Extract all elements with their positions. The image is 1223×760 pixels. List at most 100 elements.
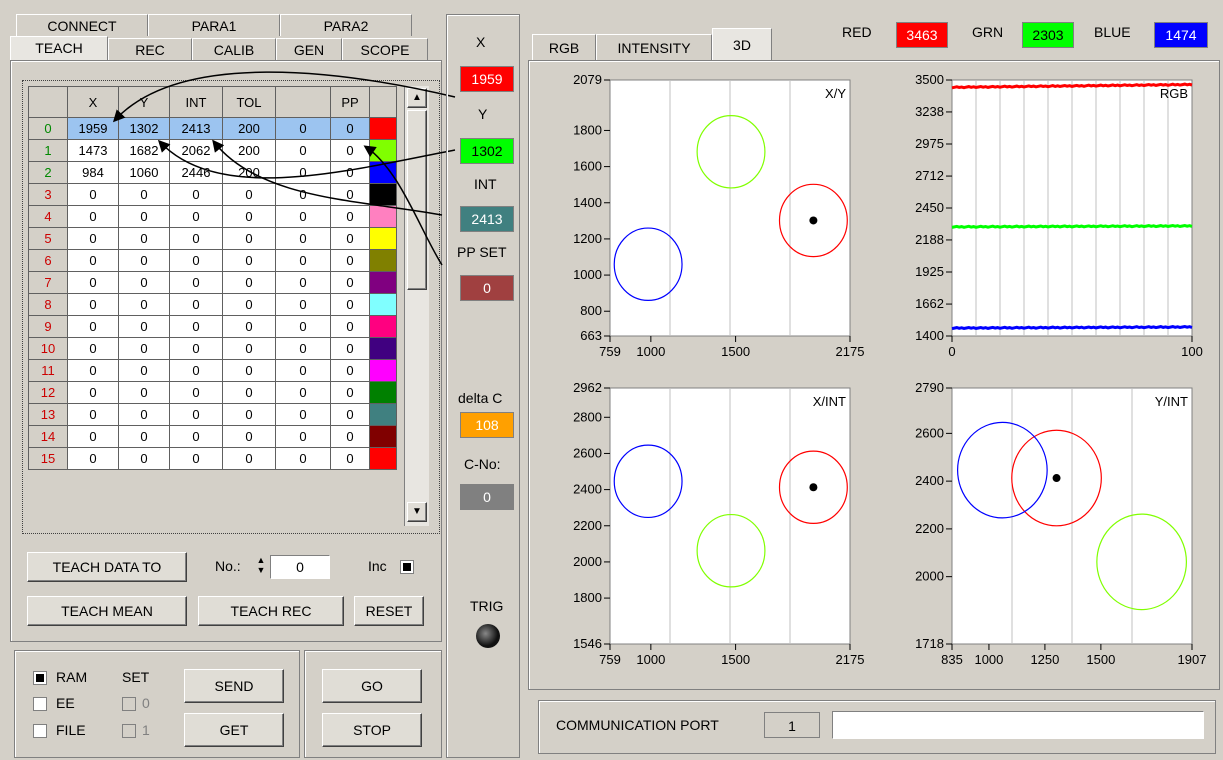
row-index[interactable]: 14 [28,425,68,448]
table-cell[interactable]: 0 [118,447,170,470]
y-tick-label: 2079 [573,72,602,87]
table-cell[interactable]: 0 [67,425,119,448]
row-index[interactable]: 8 [28,293,68,316]
set0-checkbox [122,697,136,711]
table-cell[interactable]: 0 [330,315,370,338]
table-cell[interactable]: 0 [67,337,119,360]
ram-checkbox[interactable] [33,671,47,685]
table-cell[interactable]: 0 [118,359,170,382]
file-checkbox[interactable] [33,724,47,738]
trig-led-icon [476,624,500,648]
table-cell[interactable]: 0 [330,403,370,426]
table-cell[interactable]: 0 [222,447,276,470]
table-cell[interactable]: 0 [330,337,370,360]
chart-title: X/Y [825,86,846,101]
set1-label: 1 [142,722,150,738]
table-row[interactable]: 13 0 0 0 0 0 0 [28,403,397,426]
table-row[interactable]: 9000000 [28,315,397,338]
stop-button[interactable]: STOP [322,713,422,747]
table-row[interactable]: 8000000 [28,293,397,316]
table-cell[interactable]: 0 [169,315,223,338]
table-cell[interactable]: 0 [222,425,276,448]
table-cell[interactable]: 0 [118,425,170,448]
table-row[interactable]: 15 0 0 0 0 0 0 [28,447,397,470]
no-label: No.: [215,558,241,574]
table-cell[interactable]: 0 [275,403,331,426]
table-cell[interactable]: 0 [118,315,170,338]
table-cell[interactable]: 0 [67,293,119,316]
row-color-swatch [369,359,397,382]
table-cell[interactable]: 0 [118,403,170,426]
x-tick-label: 0 [948,344,955,359]
table-row[interactable]: 12 0 0 0 0 0 0 [28,381,397,404]
chart-title: Y/INT [1155,394,1188,409]
table-cell[interactable]: 0 [275,337,331,360]
table-cell[interactable]: 0 [330,359,370,382]
blue-value: 1474 [1154,22,1208,48]
table-cell[interactable]: 0 [222,337,276,360]
table-cell[interactable]: 0 [275,447,331,470]
table-cell[interactable]: 0 [222,359,276,382]
row-index[interactable]: 13 [28,403,68,426]
row-index[interactable]: 10 [28,337,68,360]
table-cell[interactable]: 0 [275,425,331,448]
table-cell[interactable]: 0 [275,293,331,316]
x-tick-label: 835 [941,652,963,667]
table-cell[interactable]: 0 [330,425,370,448]
table-cell[interactable]: 0 [275,315,331,338]
table-cell[interactable]: 0 [67,315,119,338]
table-cell[interactable]: 0 [67,381,119,404]
table-cell[interactable]: 0 [169,293,223,316]
table-cell[interactable]: 0 [118,381,170,404]
inc-checkbox[interactable] [400,560,414,574]
table-cell[interactable]: 0 [222,315,276,338]
table-cell[interactable]: 0 [275,359,331,382]
no-spinner[interactable]: ▲ ▼ [254,555,268,577]
table-cell[interactable]: 0 [169,359,223,382]
table-cell[interactable]: 0 [275,381,331,404]
table-cell[interactable]: 0 [169,403,223,426]
table-cell[interactable]: 0 [169,337,223,360]
row-index[interactable]: 15 [28,447,68,470]
table-cell[interactable]: 0 [330,447,370,470]
table-cell[interactable]: 0 [118,293,170,316]
tab-rgb[interactable]: RGB [532,34,596,60]
current-point [809,216,818,225]
y-tick-label: 1800 [573,590,602,605]
table-cell[interactable]: 0 [67,359,119,382]
teach-data-to-button[interactable]: TEACH DATA TO [27,552,187,582]
table-row[interactable]: 10 0 0 0 0 0 0 [28,337,397,360]
table-cell[interactable]: 0 [118,337,170,360]
row-index[interactable]: 11 [28,359,68,382]
table-cell[interactable]: 0 [169,447,223,470]
comm-port-value[interactable]: 1 [764,712,820,738]
set-label: SET [122,669,150,685]
go-button[interactable]: GO [322,669,422,703]
table-row[interactable]: 11 0 0 0 0 0 0 [28,359,397,382]
teach-rec-button[interactable]: TEACH REC [198,596,344,626]
table-cell[interactable]: 0 [222,403,276,426]
row-color-swatch [369,425,397,448]
table-cell[interactable]: 0 [330,293,370,316]
table-cell[interactable]: 0 [330,381,370,404]
red-label: RED [842,24,872,40]
table-cell[interactable]: 0 [67,447,119,470]
tab-3d[interactable]: 3D [712,28,772,60]
scroll-down-button[interactable]: ▼ [407,502,427,522]
table-cell[interactable]: 0 [169,425,223,448]
table-cell[interactable]: 0 [169,381,223,404]
teach-mean-button[interactable]: TEACH MEAN [27,596,187,626]
no-input[interactable]: 0 [270,555,330,579]
send-button[interactable]: SEND [184,669,284,703]
get-button[interactable]: GET [184,713,284,747]
row-index[interactable]: 9 [28,315,68,338]
table-cell[interactable]: 0 [222,293,276,316]
table-cell[interactable]: 0 [222,381,276,404]
reset-button[interactable]: RESET [354,596,424,626]
table-row[interactable]: 14 0 0 0 0 0 0 [28,425,397,448]
ee-checkbox[interactable] [33,697,47,711]
row-index[interactable]: 12 [28,381,68,404]
table-cell[interactable]: 0 [67,403,119,426]
x-tick-label: 1250 [1030,652,1059,667]
tab-intensity[interactable]: INTENSITY [596,34,712,60]
